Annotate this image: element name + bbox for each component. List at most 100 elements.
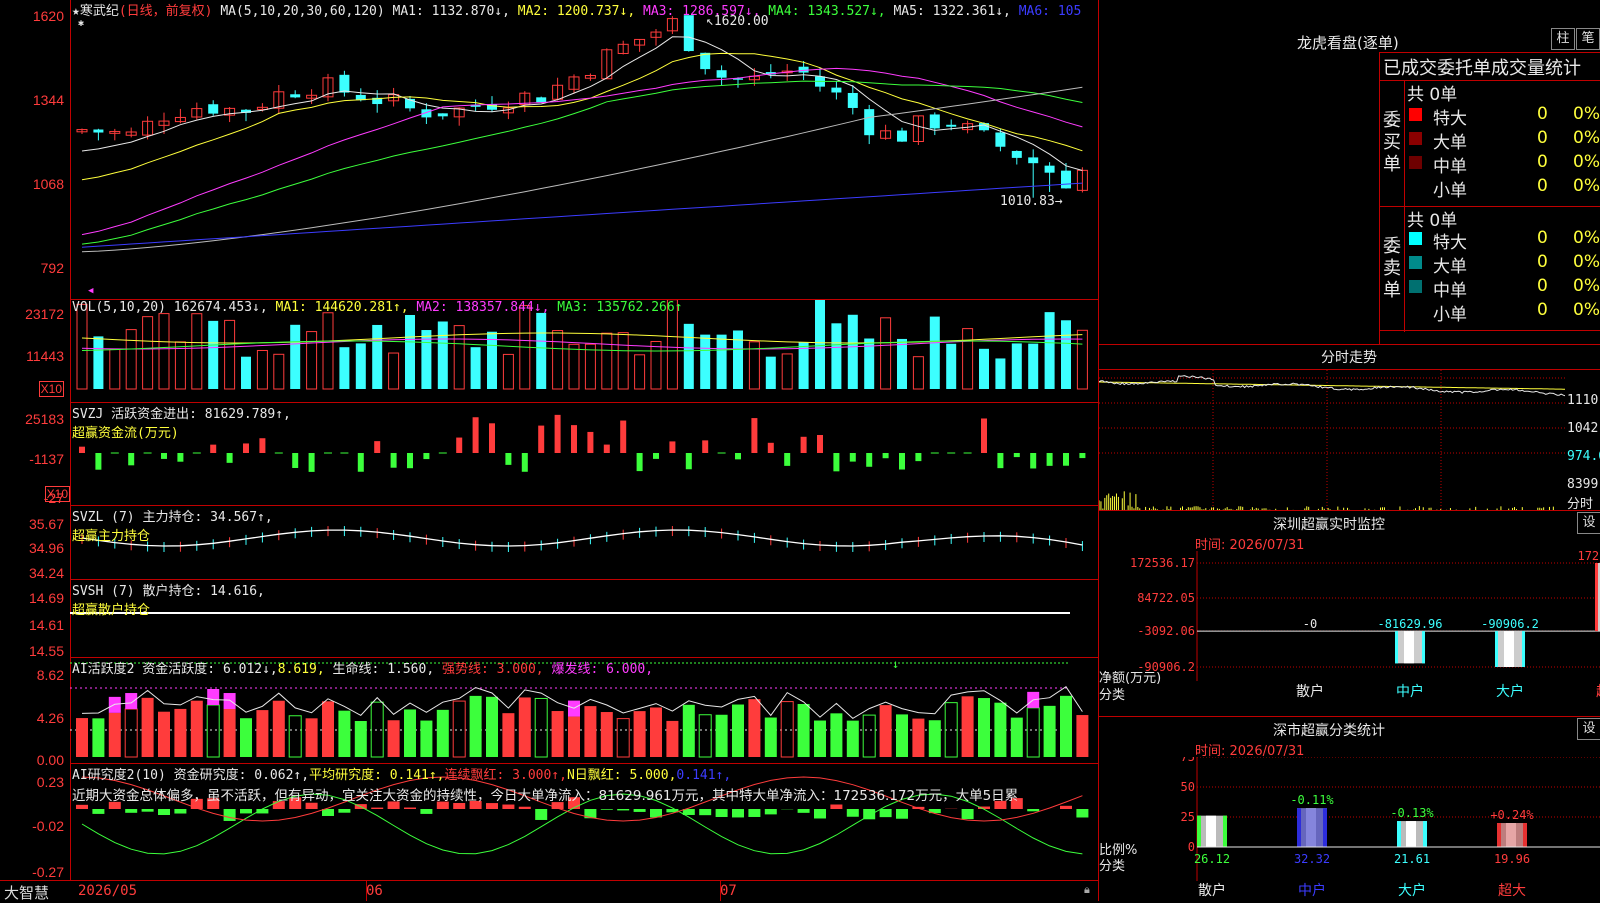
candle-down	[1045, 166, 1055, 173]
row-count: 0	[1537, 276, 1548, 296]
activity-bar	[273, 701, 285, 757]
activity-bar	[470, 696, 482, 757]
lock-icon[interactable]: 🔒︎	[1084, 883, 1090, 897]
stock-name[interactable]: 寒武纪	[80, 4, 119, 19]
candle-down	[848, 93, 858, 108]
svsh-panel[interactable]: SVSH (7) 散户持仓: 14.616, 超赢散户持仓	[70, 579, 1098, 658]
classify-chart[interactable]: 755025026.12散户32.32-0.11%中户21.61-0.13%大户…	[1099, 757, 1600, 901]
vol-bar-up	[569, 344, 579, 389]
row-pct: 0%	[1573, 104, 1600, 124]
monitor-ytick: 172536.17	[1130, 556, 1195, 570]
candle-down	[1012, 151, 1022, 158]
classify-category: 大户	[1398, 882, 1426, 899]
flow-bar-out	[653, 453, 659, 459]
activity-bar	[486, 697, 498, 757]
research-bar-down	[420, 809, 432, 814]
vol-bar-down	[1028, 344, 1038, 389]
ma6-value: MA6: 105	[1019, 4, 1082, 19]
vol-bar-up	[963, 329, 973, 389]
ai-activity-panel[interactable]: ↓ AI活跃度2 资金活跃度: 6.012↓,8.619, 生命线: 1.560…	[70, 657, 1098, 764]
flow-bar-out	[522, 453, 528, 472]
research-bar-up	[1060, 806, 1072, 809]
monitor-panel[interactable]: 深圳超赢实时监控 设 时间: 2026/07/31 172536.1784722…	[1098, 510, 1600, 717]
stroke-mode-button[interactable]: 笔	[1576, 28, 1600, 50]
flow-bar-out	[95, 453, 101, 470]
activity-bar	[929, 720, 941, 757]
monitor-chart[interactable]: 172536.1784722.05-3092.06-90906.2-0散户-81…	[1099, 551, 1600, 717]
vol-chart[interactable]	[70, 300, 1098, 403]
activity-bar	[666, 721, 678, 757]
flow-bar-out	[850, 453, 856, 462]
activity-hot-cap	[207, 689, 219, 705]
vol-bar-down	[241, 357, 251, 389]
flow-bar-out	[1014, 453, 1020, 457]
vol-bar-down	[471, 347, 481, 389]
activity-hot-cap	[109, 697, 121, 713]
research-bar-down	[1027, 809, 1039, 811]
activity-bar	[338, 711, 350, 757]
monitor-xlabel: 分类	[1099, 684, 1125, 703]
vol-bar-up	[126, 330, 136, 389]
star-icon[interactable]: ★	[72, 4, 80, 19]
activity-bar-hollow	[699, 715, 711, 757]
row-pct: 0%	[1573, 228, 1600, 248]
flow-bar-out	[1047, 453, 1053, 466]
activity-bar-hollow	[453, 701, 465, 757]
flow-bar-out	[407, 453, 413, 468]
vol-bar-down	[684, 324, 694, 389]
kline-panel[interactable]: ✱◀ ★寒武纪(日线，前复权) MA(5,10,20,30,60,120) MA…	[70, 0, 1098, 299]
flow-bar-out	[177, 453, 183, 462]
svzj-panel[interactable]: SVZJ 活跃资金进出: 81629.789↑, 超赢资金流(万元)	[70, 402, 1098, 506]
flow-bar-in	[604, 445, 610, 453]
vol-bar-down	[766, 357, 776, 389]
svzj-tick: -1137	[29, 451, 64, 467]
research-bar-down	[880, 809, 892, 817]
activity-bar	[519, 697, 531, 757]
activity-bar	[1044, 706, 1056, 757]
flow-bar-in	[210, 445, 216, 453]
kline-chart[interactable]: ✱◀	[70, 0, 1098, 299]
bottom-bar: 大智慧 2026/05 06 07 🔒︎	[0, 880, 1098, 901]
classify-panel[interactable]: 深市超赢分类统计 设 时间: 2026/07/31 755025026.12散户…	[1098, 716, 1600, 901]
svzl-tick: 35.67	[29, 516, 64, 532]
row-count: 0	[1537, 228, 1548, 248]
classify-settings-button[interactable]: 设	[1577, 718, 1600, 740]
classify-category: 散户	[1198, 882, 1226, 899]
research-bar-up	[76, 805, 88, 809]
research-bar-down	[1076, 809, 1088, 817]
research-bar-down	[814, 809, 826, 818]
row-name: 小单	[1433, 176, 1467, 201]
flow-bar-out	[866, 453, 872, 467]
candle-down	[93, 130, 103, 133]
activity-bar-hollow	[535, 698, 547, 757]
svzj-header: SVZJ 活跃资金进出: 81629.789↑, 超赢资金流(万元)	[72, 403, 291, 441]
activity-bar	[765, 718, 777, 757]
flow-bar-out	[686, 453, 692, 469]
vol-bar-up	[323, 313, 333, 389]
activity-bar-hollow	[1027, 708, 1039, 757]
vol-bar-down	[1061, 320, 1071, 389]
activity-bar	[306, 718, 318, 757]
classify-ytick: 50	[1181, 780, 1195, 794]
vol-panel[interactable]: VOL(5,10,20) 162674.453↓, MA1: 144620.28…	[70, 299, 1098, 403]
ai-research-panel[interactable]: AI研究度2(10) 资金研究度: 0.062↑,平均研究度: 0.141↑,连…	[70, 763, 1098, 881]
intraday-chart[interactable]	[1099, 370, 1565, 511]
flow-bar-in	[489, 423, 495, 453]
monitor-settings-button[interactable]: 设	[1577, 512, 1600, 534]
sell-row: 中单00%	[1407, 276, 1600, 298]
monitor-category: 大户	[1496, 683, 1524, 700]
candle-down	[684, 15, 694, 51]
intraday-panel[interactable]: 分时走势 1110. 1042. 974.6 8399 分时	[1098, 344, 1600, 511]
row-name: 中单	[1433, 152, 1467, 177]
activity-bar	[174, 709, 186, 757]
activity-bar	[1011, 718, 1023, 757]
activity-bar	[1060, 696, 1072, 757]
bar-mode-button[interactable]: 柱	[1551, 28, 1575, 50]
flow-bar-out	[833, 453, 839, 471]
svzl-panel[interactable]: SVZL (7) 主力持仓: 34.567↑, 超赢主力持仓	[70, 505, 1098, 580]
flow-bar-out	[637, 453, 643, 471]
vol-bar-up	[159, 314, 169, 389]
research-bar-down	[601, 809, 613, 810]
row-pct: 0%	[1573, 252, 1600, 272]
activity-bar	[142, 698, 154, 757]
